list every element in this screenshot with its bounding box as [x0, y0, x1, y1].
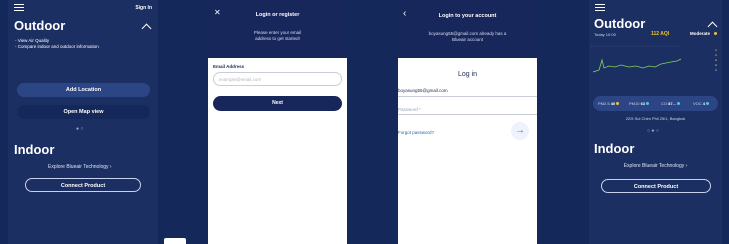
- email-label: Email Address: [213, 64, 245, 69]
- metrics-bar: PM2.5 40 PM10 63 CO 87... VOC 4: [593, 96, 718, 111]
- connect-product-button[interactable]: Connect Product: [601, 179, 711, 193]
- arrow-right-icon[interactable]: →: [511, 122, 529, 140]
- indoor-title: Indoor: [14, 142, 55, 157]
- header: ✕ Login or register Please enter your em…: [208, 0, 347, 62]
- connect-product-button[interactable]: Connect Product: [25, 178, 141, 192]
- add-location-button[interactable]: Add Location: [17, 83, 150, 97]
- indoor-title: Indoor: [594, 141, 635, 156]
- email-underline: [398, 96, 537, 97]
- password-field[interactable]: Password *: [398, 107, 421, 112]
- outdoor-title: Outdoor: [594, 16, 646, 31]
- menu-icon[interactable]: [595, 4, 605, 11]
- explore-technology-link[interactable]: Explore Blueair Technology ›: [48, 164, 112, 170]
- screen-outdoor-empty: Sign In Outdoor - View Air Quality - Com…: [8, 0, 158, 244]
- chevron-up-icon[interactable]: [141, 23, 152, 34]
- metric-voc: VOC 4: [693, 101, 710, 106]
- page-indicator: ● ○: [76, 126, 84, 132]
- aqi-legend: ● ● ● ● ●: [714, 48, 717, 72]
- outdoor-title: Outdoor: [14, 18, 66, 33]
- email-field[interactable]: boyasung55@gmail.com: [398, 88, 448, 93]
- metric-pm25: PM2.5 40: [598, 101, 620, 106]
- aqi-status: Moderate: [689, 31, 710, 36]
- subtitle: boyasung55@gmail.com already has a Bluea…: [428, 31, 507, 42]
- subtitle: Please enter your email address to get s…: [253, 30, 302, 41]
- aqi-history-chart: [591, 45, 682, 73]
- open-map-view-button[interactable]: Open Map view: [17, 105, 150, 119]
- form-area: Email Address example@email.com Next: [208, 58, 347, 244]
- time-label: Today 10:00: [594, 32, 616, 37]
- chevron-up-icon[interactable]: [707, 21, 718, 32]
- aqi-value: 112 AQI: [651, 31, 670, 37]
- screen-login-account: ‹ Login to your account boyasung55@gmail…: [398, 0, 537, 244]
- screen-login-or-register: ✕ Login or register Please enter your em…: [208, 0, 347, 244]
- next-button[interactable]: Next: [213, 96, 342, 111]
- password-underline: [398, 114, 537, 115]
- page-title: Login to your account: [438, 13, 497, 19]
- explore-technology-link[interactable]: Explore Blueair Technology ›: [589, 163, 722, 169]
- page-indicator: ○ ● ○: [647, 128, 659, 134]
- bullet-view-air-quality: - View Air Quality: [15, 38, 50, 43]
- menu-icon[interactable]: [14, 4, 24, 11]
- log-in-heading: Log in: [457, 71, 478, 78]
- screen-outdoor-data: Outdoor Today 10:00 112 AQI Moderate ● ● ●…: [589, 0, 722, 244]
- header: ‹ Login to your account boyasung55@gmail…: [398, 0, 537, 62]
- page-title: Login or register: [255, 12, 300, 18]
- bullet-compare: - Compare indoor and outdoor information: [15, 44, 99, 49]
- form-area: Log in boyasung55@gmail.com Password * F…: [398, 58, 537, 244]
- metric-pm10: PM10 63: [629, 101, 650, 106]
- thumbnail-fragment: [164, 238, 186, 244]
- forgot-password-link[interactable]: Forgot password?: [398, 130, 434, 135]
- email-input[interactable]: example@email.com: [213, 72, 342, 86]
- sign-in-link[interactable]: Sign In: [135, 5, 152, 11]
- status-dot: [714, 32, 717, 35]
- location-label: 22/5 Soi Chim Phli 25/1, Bangkok: [625, 116, 686, 121]
- metric-co: CO 87...: [661, 101, 680, 106]
